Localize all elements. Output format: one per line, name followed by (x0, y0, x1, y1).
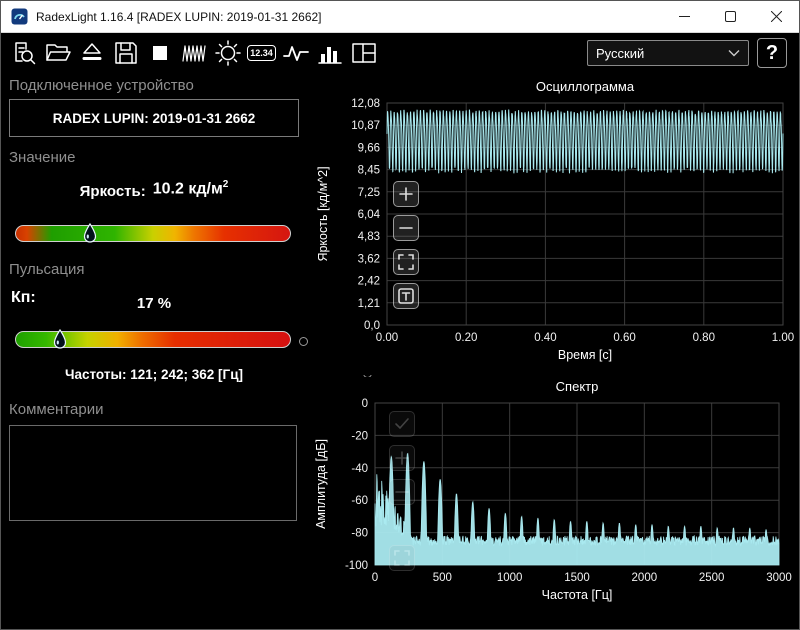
svg-text:Яркость [кд/м^2]: Яркость [кд/м^2] (316, 166, 330, 261)
svg-text:1000: 1000 (497, 572, 523, 584)
svg-text:7,25: 7,25 (358, 187, 380, 199)
oscillogram-plot: Осциллограмма 12,08 10,87 9,66 8,45 7,25 6,04 4… (309, 75, 797, 375)
minimize-button[interactable] (661, 1, 707, 32)
pulsation-section-title: Пульсация (9, 261, 84, 278)
histogram-button[interactable] (313, 37, 346, 69)
svg-text:4,83: 4,83 (358, 231, 380, 243)
comments-section-title: Комментарии (9, 401, 103, 418)
brightness-scale-bar (15, 225, 291, 242)
value-section-title: Значение (9, 149, 76, 166)
brightness-marker (83, 223, 97, 244)
zoom-in-button[interactable] (393, 181, 419, 207)
svg-text:1,21: 1,21 (358, 298, 380, 310)
svg-text:2500: 2500 (699, 572, 725, 584)
svg-text:8,45: 8,45 (358, 165, 380, 177)
eject-button[interactable] (75, 37, 108, 69)
svg-text:6,04: 6,04 (358, 209, 381, 221)
svg-text:0,0: 0,0 (364, 320, 380, 332)
close-button[interactable] (753, 1, 799, 32)
svg-text:500: 500 (433, 572, 452, 584)
stop-button[interactable] (143, 37, 176, 69)
app-icon (11, 8, 28, 25)
svg-text:0: 0 (362, 398, 368, 410)
brightness-value: 10.2 кд/м2 (153, 179, 229, 198)
layout-button[interactable] (347, 37, 380, 69)
spectrum-zoom-fit-button[interactable] (389, 545, 415, 571)
svg-text:9,66: 9,66 (358, 142, 380, 154)
svg-text:Амплитуда [дБ]: Амплитуда [дБ] (314, 439, 328, 529)
svg-text:1500: 1500 (564, 572, 590, 584)
spectrum-chart: Спектр 0 -20 -40 -60 -80 -100 0 500 1000 1500 2000 2… (309, 377, 797, 623)
chevron-down-icon (728, 49, 740, 57)
svg-text:0: 0 (372, 572, 378, 584)
svg-text:0.80: 0.80 (693, 332, 715, 344)
svg-text:1.00: 1.00 (772, 332, 794, 344)
language-value: Русский (596, 46, 644, 61)
svg-text:2000: 2000 (632, 572, 658, 584)
svg-text:Частота [Гц]: Частота [Гц] (542, 588, 613, 602)
comments-input[interactable] (9, 425, 297, 521)
svg-text:-20: -20 (351, 430, 368, 442)
language-dropdown[interactable]: Русский (587, 40, 749, 66)
numeric-display-button[interactable]: 12.34 (245, 37, 278, 69)
svg-text:10,87: 10,87 (351, 120, 380, 132)
spectrum-apply-button[interactable] (389, 411, 415, 437)
device-name-box: RADEX LUPIN: 2019-01-31 2662 (9, 99, 299, 137)
open-file-button[interactable] (41, 37, 74, 69)
svg-text:-80: -80 (351, 528, 368, 540)
svg-text:-60: -60 (351, 495, 368, 507)
splitter-handle-vertical[interactable] (299, 337, 308, 346)
brightness-value-line: Яркость: 10.2 кд/м2 (9, 179, 299, 200)
pulsation-scale-bar (15, 331, 291, 348)
svg-text:3000: 3000 (766, 572, 792, 584)
device-section-title: Подключенное устройство (9, 77, 194, 94)
brightness-label: Яркость: (80, 183, 146, 200)
save-button[interactable] (109, 37, 142, 69)
oscillogram-chart: Осциллограмма 12,08 10,87 9,66 8,45 7,25 6,04 4… (309, 75, 797, 375)
toolbar: 12.34 Русский ? (1, 34, 799, 72)
cursor-tool-button[interactable] (393, 283, 419, 309)
title-bar: RadexLight 1.16.4 [RADEX LUPIN: 2019-01-… (1, 1, 799, 33)
app-window: RadexLight 1.16.4 [RADEX LUPIN: 2019-01-… (0, 0, 800, 630)
svg-text:-40: -40 (351, 463, 368, 475)
svg-text:3,62: 3,62 (358, 253, 380, 265)
window-title: RadexLight 1.16.4 [RADEX LUPIN: 2019-01-… (36, 10, 661, 24)
spectrum-plot: Спектр 0 -20 -40 -60 -80 -100 0 500 1000 1500 2000 2… (309, 377, 797, 623)
svg-text:Время [с]: Время [с] (558, 348, 612, 362)
svg-text:12,08: 12,08 (351, 98, 380, 110)
svg-text:Спектр: Спектр (556, 379, 599, 394)
kp-value: 17 % (9, 295, 299, 312)
svg-text:-100: -100 (345, 560, 368, 572)
oscillogram-button[interactable] (177, 37, 210, 69)
pulse-button[interactable] (279, 37, 312, 69)
preview-button[interactable] (7, 37, 40, 69)
svg-text:0.00: 0.00 (376, 332, 398, 344)
svg-text:0.20: 0.20 (455, 332, 477, 344)
svg-text:2,42: 2,42 (358, 276, 380, 288)
digits-icon: 12.34 (247, 45, 276, 61)
kp-row: Кп: 17 % (9, 289, 299, 313)
svg-text:Осциллограмма: Осциллограмма (536, 79, 635, 94)
maximize-button[interactable] (707, 1, 753, 32)
svg-text:0.60: 0.60 (613, 332, 635, 344)
settings-dial-button[interactable] (211, 37, 244, 69)
spectrum-zoom-in-button[interactable] (389, 445, 415, 471)
frequencies-text: Частоты: 121; 242; 362 [Гц] (9, 367, 299, 382)
zoom-fit-button[interactable] (393, 249, 419, 275)
pulsation-marker (53, 329, 67, 350)
svg-text:0.40: 0.40 (534, 332, 556, 344)
zoom-out-button[interactable] (393, 215, 419, 241)
spectrum-zoom-out-button[interactable] (389, 479, 415, 505)
help-button[interactable]: ? (757, 38, 787, 68)
